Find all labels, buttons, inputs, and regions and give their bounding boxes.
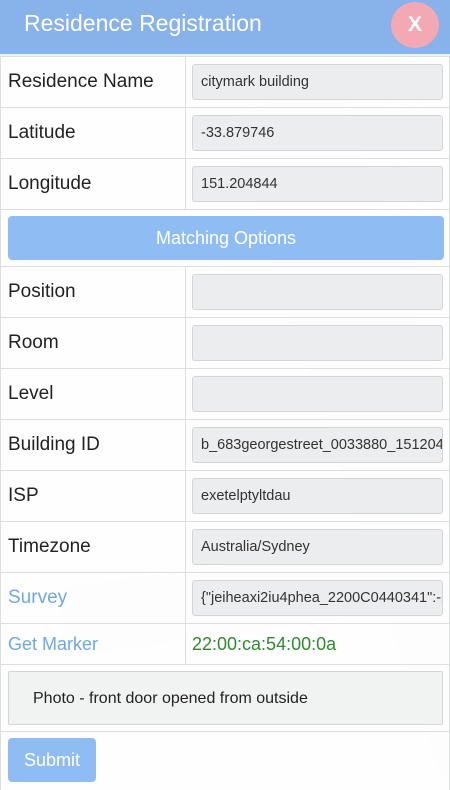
- residence-name-label: Residence Name: [8, 71, 154, 92]
- timezone-input[interactable]: Australia/Sydney: [192, 529, 443, 565]
- building-id-input[interactable]: b_683georgestreet_0033880_151204: [192, 427, 443, 463]
- matching-options-button[interactable]: Matching Options: [8, 216, 444, 260]
- submit-button[interactable]: Submit: [8, 738, 96, 782]
- building-id-label: Building ID: [8, 434, 100, 455]
- latitude-label: Latitude: [8, 122, 76, 143]
- timezone-label: Timezone: [8, 536, 91, 557]
- photo-note-box[interactable]: Photo - front door opened from outside: [8, 671, 443, 725]
- marker-mac-value: 22:00:ca:54:00:0a: [192, 634, 337, 654]
- isp-input[interactable]: exetelptyltdau: [192, 478, 443, 514]
- photo-note-row: Photo - front door opened from outside: [0, 664, 450, 731]
- timezone-row: Timezone Australia/Sydney: [0, 521, 450, 572]
- room-row: Room: [0, 317, 450, 368]
- level-input[interactable]: [192, 376, 443, 412]
- isp-row: ISP exetelptyltdau: [0, 470, 450, 521]
- latitude-input[interactable]: -33.879746: [192, 115, 443, 151]
- latitude-row: Latitude -33.879746: [0, 107, 450, 158]
- room-label: Room: [8, 332, 59, 353]
- matching-options-row: Matching Options: [0, 209, 450, 266]
- longitude-input[interactable]: 151.204844: [192, 166, 443, 202]
- close-icon: X: [407, 13, 422, 36]
- position-label: Position: [8, 281, 76, 302]
- position-row: Position: [0, 266, 450, 317]
- survey-link[interactable]: Survey: [8, 573, 67, 623]
- room-input[interactable]: [192, 325, 443, 361]
- longitude-label: Longitude: [8, 173, 92, 194]
- page-title: Residence Registration: [24, 10, 262, 36]
- position-input[interactable]: [192, 274, 443, 310]
- residence-name-input[interactable]: citymark building: [192, 64, 443, 100]
- survey-row: Survey {"jeiheaxi2iu4phea_2200C0440341":…: [0, 572, 450, 623]
- longitude-row: Longitude 151.204844: [0, 158, 450, 209]
- close-button[interactable]: X: [391, 2, 439, 48]
- survey-input[interactable]: {"jeiheaxi2iu4phea_2200C0440341":-2: [192, 580, 443, 616]
- get-marker-row: Get Marker 22:00:ca:54:00:0a: [0, 623, 450, 664]
- building-id-row: Building ID b_683georgestreet_0033880_15…: [0, 419, 450, 470]
- submit-row: Submit: [0, 731, 450, 790]
- residence-name-row: Residence Name citymark building: [0, 56, 450, 107]
- level-label: Level: [8, 383, 54, 404]
- level-row: Level: [0, 368, 450, 419]
- header-bar: Residence Registration X: [0, 0, 450, 54]
- registration-form: Residence Name citymark building Latitud…: [0, 56, 450, 790]
- get-marker-link[interactable]: Get Marker: [8, 624, 98, 664]
- isp-label: ISP: [8, 485, 39, 506]
